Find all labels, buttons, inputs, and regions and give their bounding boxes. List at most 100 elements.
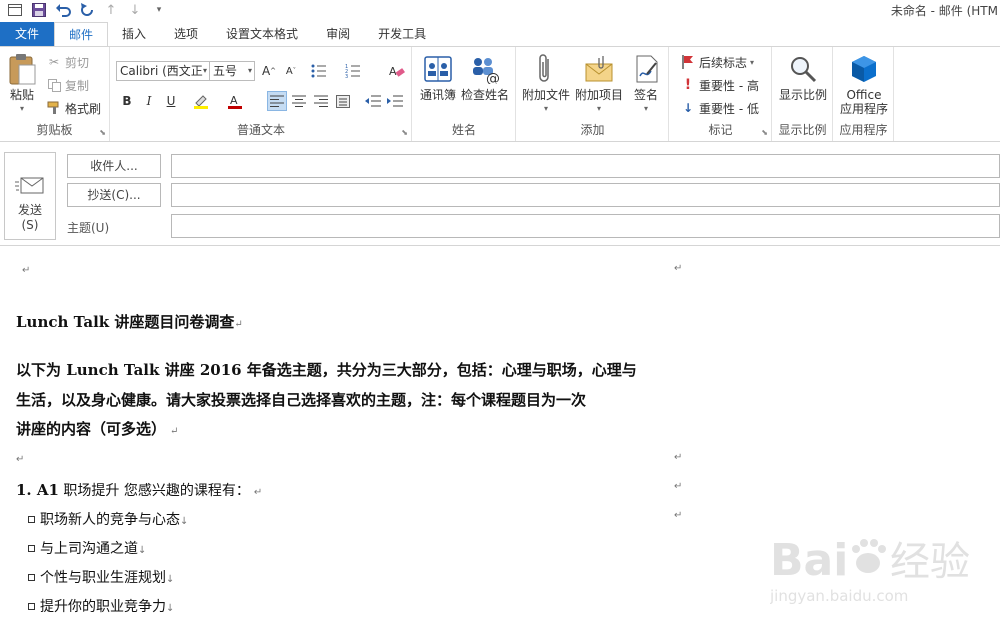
checkbox-icon[interactable] xyxy=(28,544,35,552)
format-painter-button[interactable]: 格式刷 xyxy=(46,98,101,118)
address-book-icon xyxy=(422,53,454,85)
justify-icon[interactable] xyxy=(333,91,353,111)
scissors-icon: ✂ xyxy=(48,55,60,69)
apps-group: Office 应用程序 应用程序 xyxy=(834,47,894,141)
cut-button[interactable]: ✂ 剪切 xyxy=(46,52,89,72)
tab-insert[interactable]: 插入 xyxy=(108,22,160,46)
email-title: Lunch Talk 讲座题目问卷调查↵ xyxy=(16,313,243,331)
paragraph-mark: ↵ xyxy=(674,263,683,274)
send-button[interactable]: 发送 (S) xyxy=(4,152,56,240)
basic-text-group: Calibri (西文正▾ 五号▾ A^ Aˇ 123 A B I U A xyxy=(111,47,412,141)
option-item[interactable]: 职场新人的竞争与心态↓ xyxy=(28,509,188,529)
copy-icon xyxy=(46,77,62,93)
decrease-indent-icon[interactable] xyxy=(363,91,383,111)
option-item[interactable]: 个性与职业生涯规划↓ xyxy=(28,567,174,587)
tags-group: 后续标志 ▾ ! 重要性 - 高 ↓ 重要性 - 低 标记 ⬊ xyxy=(670,47,772,141)
align-center-icon[interactable] xyxy=(289,91,309,111)
zoom-button[interactable]: 显示比例 xyxy=(775,53,831,102)
bullets-icon[interactable] xyxy=(309,61,329,81)
increase-indent-icon[interactable] xyxy=(385,91,405,111)
names-group-label: 姓名 xyxy=(451,123,476,137)
to-button[interactable]: 收件人... xyxy=(67,154,161,178)
high-importance-button[interactable]: ! 重要性 - 高 xyxy=(680,75,759,95)
undo-icon[interactable] xyxy=(54,1,72,19)
tab-options[interactable]: 选项 xyxy=(160,22,212,46)
check-names-button[interactable]: @ 检查姓名 xyxy=(460,53,510,102)
paragraph-mark: ↵ xyxy=(674,510,683,521)
intro-line-2: 生活，以及身心健康。请大家投票选择自己选择喜欢的主题，注：每个课程题目为一次 xyxy=(16,391,587,409)
dialog-launcher-icon[interactable]: ⬊ xyxy=(761,128,768,137)
option-item[interactable]: 提升你的职业竞争力↓ xyxy=(28,596,174,616)
low-importance-button[interactable]: ↓ 重要性 - 低 xyxy=(680,98,759,118)
tab-review[interactable]: 审阅 xyxy=(312,22,364,46)
up-icon[interactable]: ↑ xyxy=(102,1,120,19)
copy-button[interactable]: 复制 xyxy=(46,75,89,95)
align-left-icon[interactable] xyxy=(267,91,287,111)
shrink-font-icon[interactable]: Aˇ xyxy=(281,61,301,81)
exclamation-icon: ! xyxy=(684,77,692,93)
font-name-combo[interactable]: Calibri (西文正 ▾ xyxy=(116,61,210,81)
dialog-launcher-icon[interactable]: ⬊ xyxy=(99,128,106,137)
clipboard-group: 粘贴 ▾ ✂ 剪切 复制 格式刷 剪贴板 ⬊ xyxy=(0,47,110,141)
highlight-icon[interactable] xyxy=(191,91,211,111)
signature-button[interactable]: 签名 ▾ xyxy=(628,53,664,116)
include-group-label: 添加 xyxy=(580,123,605,137)
customize-icon[interactable]: ▾ xyxy=(150,1,168,19)
intro-line-1: 以下为 Lunch Talk 讲座 2016 年备选主题，共分为三大部分，包括：… xyxy=(16,361,637,379)
message-header: 发送 (S) 收件人... 抄送(C)... 主题(U) xyxy=(0,142,1000,246)
align-right-icon[interactable] xyxy=(311,91,331,111)
paste-button[interactable]: 粘贴 ▾ xyxy=(4,53,40,116)
names-group: 通讯簿 @ 检查姓名 姓名 xyxy=(413,47,516,141)
attach-file-button[interactable]: 附加文件 ▾ xyxy=(520,53,572,116)
option-item[interactable]: 与上司沟通之道↓ xyxy=(28,538,146,558)
baidu-logo-icon: Bai 经验 jingyan.baidu.com xyxy=(769,535,970,605)
flag-icon xyxy=(680,54,696,70)
underline-button[interactable]: U xyxy=(161,91,181,111)
cc-button[interactable]: 抄送(C)... xyxy=(67,183,161,207)
checkbox-icon[interactable] xyxy=(28,602,35,610)
redo-icon[interactable] xyxy=(78,1,96,19)
window-icon[interactable] xyxy=(6,1,24,19)
svg-text:@: @ xyxy=(486,71,500,84)
font-color-icon[interactable]: A xyxy=(225,91,245,111)
tab-file[interactable]: 文件 xyxy=(0,22,54,46)
zoom-group: 显示比例 显示比例 xyxy=(773,47,833,141)
magnifier-icon xyxy=(787,53,819,85)
question-line: 1. A1 职场提升 您感兴趣的课程有： ↵ xyxy=(16,481,263,499)
subject-label: 主题(U) xyxy=(67,221,110,235)
follow-up-button[interactable]: 后续标志 ▾ xyxy=(680,52,754,72)
font-size-combo[interactable]: 五号 ▾ xyxy=(209,61,255,81)
grow-font-icon[interactable]: A ^ xyxy=(259,61,279,81)
clipboard-group-label: 剪贴板 xyxy=(36,123,73,137)
dialog-launcher-icon[interactable]: ⬊ xyxy=(401,128,408,137)
tab-developer[interactable]: 开发工具 xyxy=(364,22,440,46)
tab-format-text[interactable]: 设置文本格式 xyxy=(212,22,312,46)
chevron-down-icon: ▾ xyxy=(202,66,207,75)
paperclip-icon xyxy=(530,53,562,85)
office-apps-button[interactable]: Office 应用程序 xyxy=(836,53,892,116)
chevron-down-icon: ▾ xyxy=(247,66,252,75)
paragraph-mark: ↵ xyxy=(674,452,683,463)
ribbon: 粘贴 ▾ ✂ 剪切 复制 格式刷 剪贴板 ⬊ Calibri (西文正 ▾ 五号 ▾ xyxy=(0,46,1000,142)
tab-message[interactable]: 邮件 xyxy=(54,22,109,47)
to-field[interactable] xyxy=(171,154,1000,178)
down-icon[interactable]: ↓ xyxy=(126,1,144,19)
attach-item-button[interactable]: 附加项目 ▾ xyxy=(573,53,625,116)
paragraph-mark: ↵ xyxy=(16,454,25,465)
svg-text:jingyan.baidu.com: jingyan.baidu.com xyxy=(770,587,908,605)
checkbox-icon[interactable] xyxy=(28,573,35,581)
subject-field[interactable] xyxy=(171,214,1000,238)
svg-text:A: A xyxy=(230,94,238,107)
bold-button[interactable]: B xyxy=(117,91,137,111)
intro-line-3: 讲座的内容（可多选） ↵ xyxy=(16,420,179,438)
checkbox-icon[interactable] xyxy=(28,515,35,523)
ribbon-tabs: 文件 邮件 插入 选项 设置文本格式 审阅 开发工具 xyxy=(0,22,1000,47)
numbering-icon[interactable]: 123 xyxy=(343,61,363,81)
italic-button[interactable]: I xyxy=(139,91,159,111)
cc-field[interactable] xyxy=(171,183,1000,207)
signature-icon xyxy=(630,53,662,85)
clear-formatting-icon[interactable]: A xyxy=(387,61,407,81)
save-icon[interactable] xyxy=(30,1,48,19)
zoom-group-label: 显示比例 xyxy=(778,123,827,137)
address-book-button[interactable]: 通讯簿 xyxy=(418,53,458,102)
